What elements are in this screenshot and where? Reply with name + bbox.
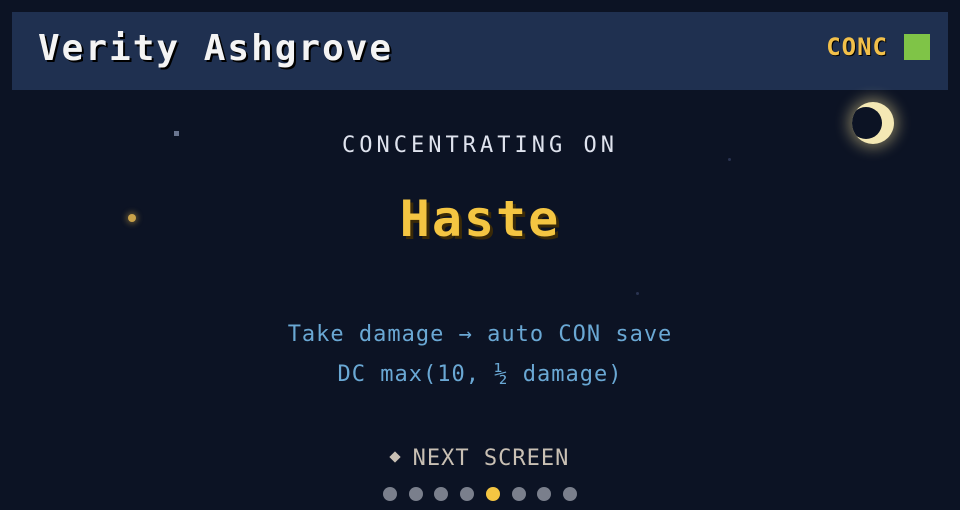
concentration-indicator xyxy=(904,34,930,60)
character-name: Verity Ashgrove xyxy=(38,28,394,69)
page-indicator xyxy=(0,487,960,501)
concentration-label: CONC xyxy=(826,33,888,61)
character-header: Verity Ashgrove CONC xyxy=(12,12,948,90)
next-screen-label: NEXT SCREEN xyxy=(412,446,570,471)
concentrating-on-heading: CONCENTRATING ON xyxy=(342,133,618,158)
star-decoration xyxy=(636,292,639,295)
page-dot-1[interactable] xyxy=(382,487,397,501)
page-dot-7[interactable] xyxy=(537,487,552,501)
page-dot-2[interactable] xyxy=(408,487,423,501)
page-dot-8[interactable] xyxy=(563,487,578,501)
concentration-rule-line-1: Take damage → auto CON save xyxy=(287,322,673,347)
page-dot-3[interactable] xyxy=(434,487,449,501)
diamond-icon xyxy=(388,451,401,463)
next-screen-button[interactable]: NEXT SCREEN xyxy=(0,448,960,470)
page-dot-5[interactable] xyxy=(485,487,500,501)
concentration-rule-line-2: DC max(10, ½ damage) xyxy=(337,362,623,387)
page-dot-4[interactable] xyxy=(460,487,475,501)
spell-name: Haste xyxy=(399,190,561,248)
page-dot-6[interactable] xyxy=(511,487,526,501)
star-decoration xyxy=(728,158,731,161)
